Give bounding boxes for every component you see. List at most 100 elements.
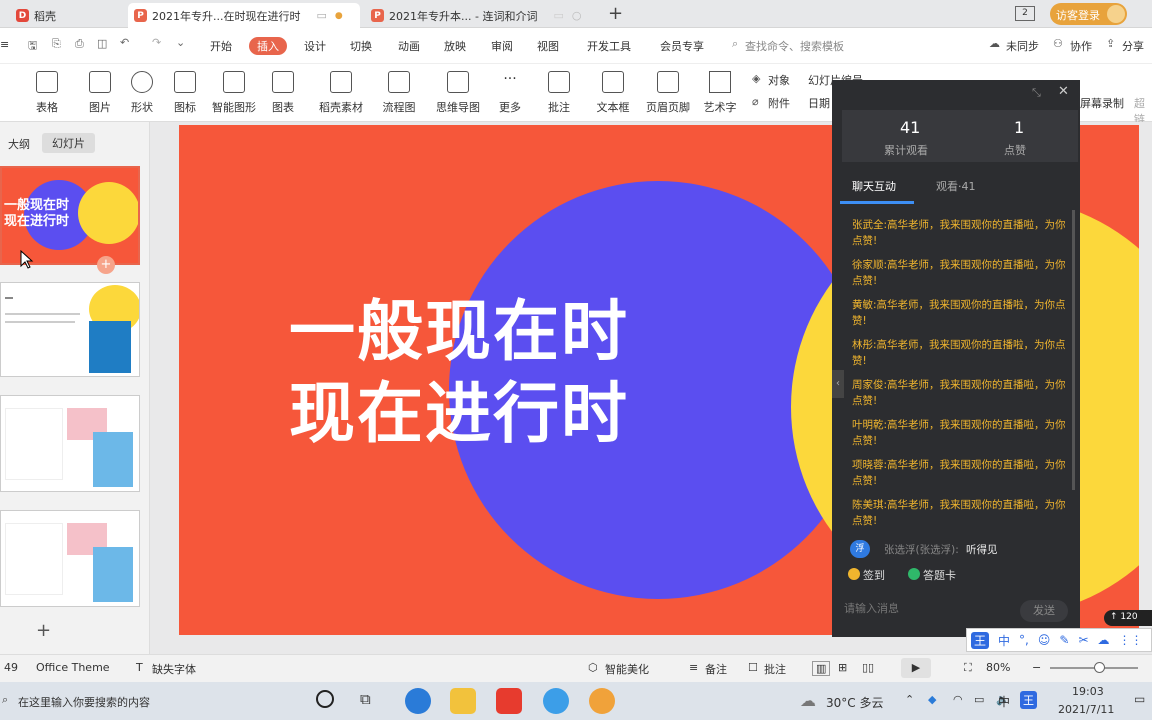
- reading-view-icon[interactable]: ▯▯: [862, 661, 874, 674]
- wordart-button[interactable]: 艺术字: [697, 68, 743, 115]
- tab-watch[interactable]: 观看·41: [936, 178, 976, 194]
- comment-button[interactable]: 批注: [536, 68, 582, 115]
- task-view-icon[interactable]: ⧉: [360, 690, 371, 708]
- ime-lang[interactable]: 中: [998, 632, 1010, 649]
- menu-animation[interactable]: 动画: [398, 38, 420, 54]
- menu-start[interactable]: 开始: [210, 38, 232, 54]
- print-icon[interactable]: ⎙: [75, 37, 84, 51]
- insert-picture-button[interactable]: 图片: [77, 68, 123, 115]
- file-explorer-icon[interactable]: [450, 688, 476, 714]
- share-file-icon[interactable]: ⎘: [52, 37, 61, 51]
- insert-shape-button[interactable]: 形状: [119, 68, 165, 115]
- ime-cloud-icon[interactable]: ☁: [1098, 633, 1110, 647]
- sync-status[interactable]: 未同步: [1006, 38, 1039, 54]
- menu-design[interactable]: 设计: [304, 38, 326, 54]
- object-button[interactable]: 对象: [768, 72, 790, 88]
- wifi-icon[interactable]: ◠: [953, 693, 963, 706]
- clock-time[interactable]: 19:03: [1072, 685, 1104, 698]
- slide-thumb-3[interactable]: [0, 395, 140, 492]
- tray-up-icon[interactable]: ⌃: [905, 693, 914, 706]
- insert-chart-button[interactable]: 图表: [260, 68, 306, 115]
- play-button[interactable]: ▶: [901, 658, 931, 678]
- insert-table-button[interactable]: 表格: [24, 68, 70, 115]
- close-icon[interactable]: ✕: [1058, 84, 1069, 99]
- menu-member[interactable]: 会员专享: [660, 38, 704, 54]
- more-button[interactable]: ··· 更多: [487, 68, 533, 115]
- hamburger-icon[interactable]: ≡: [0, 38, 9, 51]
- save-icon[interactable]: 🖫: [28, 37, 37, 56]
- page-indicator[interactable]: 2: [1015, 6, 1035, 21]
- menu-review[interactable]: 审阅: [491, 38, 513, 54]
- chevron-left-icon[interactable]: ‹: [832, 370, 844, 398]
- ime-pen-icon[interactable]: ✎: [1059, 633, 1069, 647]
- menu-view[interactable]: 视图: [537, 38, 559, 54]
- flowchart-button[interactable]: 流程图: [376, 68, 422, 115]
- tab-slides[interactable]: 幻灯片: [42, 133, 95, 153]
- daoke-material-button[interactable]: 稻壳素材: [318, 68, 364, 115]
- taskbar-search[interactable]: 在这里输入你要搜索的内容: [18, 694, 150, 710]
- shield-icon[interactable]: ◆: [928, 693, 936, 706]
- ime-indicator[interactable]: 中: [998, 693, 1010, 710]
- ime-logo-icon[interactable]: 王: [1020, 691, 1037, 709]
- menu-slideshow[interactable]: 放映: [444, 38, 466, 54]
- add-slide-icon[interactable]: +: [97, 256, 115, 274]
- slide-thumb-4[interactable]: [0, 510, 140, 607]
- ime-emoji-icon[interactable]: ☺: [1038, 633, 1051, 647]
- tab-outline[interactable]: 大纲: [8, 136, 30, 152]
- chat-input[interactable]: 请输入消息: [844, 600, 899, 616]
- command-search[interactable]: 查找命令、搜索模板: [745, 38, 844, 54]
- cortana-icon[interactable]: [316, 690, 334, 708]
- insert-icon-button[interactable]: 图标: [162, 68, 208, 115]
- tab-doc-2[interactable]: P 2021年专升本... - 连词和介词 ▭ ○: [365, 3, 600, 28]
- wps-icon[interactable]: [496, 688, 522, 714]
- beautify-button[interactable]: 智能美化: [605, 661, 649, 677]
- new-tab-button[interactable]: +: [608, 3, 623, 24]
- tab-doc-active[interactable]: P 2021年专升...在时现在进行时 ▭ ●: [128, 3, 360, 28]
- date-button[interactable]: 日期: [808, 95, 830, 111]
- attachment-button[interactable]: 附件: [768, 95, 790, 111]
- sorter-view-icon[interactable]: ⊞: [838, 661, 847, 674]
- menu-transition[interactable]: 切换: [350, 38, 372, 54]
- smart-art-button[interactable]: 智能图形: [210, 68, 258, 115]
- menu-developer[interactable]: 开发工具: [587, 38, 631, 54]
- zoom-out-icon[interactable]: −: [1032, 661, 1041, 674]
- slide-thumb-2[interactable]: [0, 282, 140, 377]
- notification-icon[interactable]: ▭: [1134, 692, 1145, 706]
- redo-icon[interactable]: ↷: [152, 36, 161, 49]
- preview-icon[interactable]: ◫: [97, 37, 107, 50]
- tab-chat[interactable]: 聊天互动: [852, 178, 896, 194]
- login-button[interactable]: 访客登录: [1050, 3, 1127, 25]
- ime-logo-icon[interactable]: 王: [971, 631, 990, 649]
- mindmap-button[interactable]: 思维导图: [435, 68, 481, 115]
- textbox-button[interactable]: 文本框: [590, 68, 636, 115]
- tab-daoke[interactable]: D 稻壳: [10, 3, 120, 28]
- clock-date[interactable]: 2021/7/11: [1058, 703, 1114, 716]
- search-icon[interactable]: ⌕: [732, 37, 738, 51]
- comment-button[interactable]: 批注: [764, 661, 786, 677]
- zoom-slider-thumb[interactable]: [1094, 662, 1105, 673]
- ime-grid-icon[interactable]: ⋮⋮: [1119, 633, 1143, 647]
- send-button[interactable]: 发送: [1020, 600, 1068, 622]
- window-icon[interactable]: ▭: [553, 9, 563, 22]
- checkin-button[interactable]: 签到: [863, 567, 885, 583]
- new-slide-button[interactable]: +: [36, 620, 51, 641]
- close-icon[interactable]: ○: [572, 9, 582, 22]
- feishu-icon[interactable]: [543, 688, 569, 714]
- missing-font-button[interactable]: 缺失字体: [152, 661, 196, 677]
- notes-button[interactable]: 备注: [705, 661, 727, 677]
- collapse-icon[interactable]: ⤡: [1032, 86, 1041, 100]
- ime-scissor-icon[interactable]: ✂: [1078, 633, 1088, 647]
- fit-icon[interactable]: ⛶: [964, 661, 972, 675]
- window-icon[interactable]: ▭: [316, 9, 326, 22]
- quiz-button[interactable]: 答题卡: [923, 567, 956, 583]
- collab-button[interactable]: 协作: [1070, 38, 1092, 54]
- normal-view-icon[interactable]: ▥: [812, 661, 831, 676]
- weather-text[interactable]: 30°C 多云: [826, 694, 883, 711]
- app-icon[interactable]: [589, 688, 615, 714]
- customize-icon[interactable]: ⌄: [176, 36, 185, 49]
- screen-record-button[interactable]: 屏幕录制: [1080, 95, 1124, 111]
- ime-punct-icon[interactable]: °,: [1019, 633, 1029, 647]
- undo-icon[interactable]: ↶: [120, 36, 129, 49]
- share-button[interactable]: 分享: [1122, 38, 1144, 54]
- zoom-value[interactable]: 80%: [986, 661, 1010, 674]
